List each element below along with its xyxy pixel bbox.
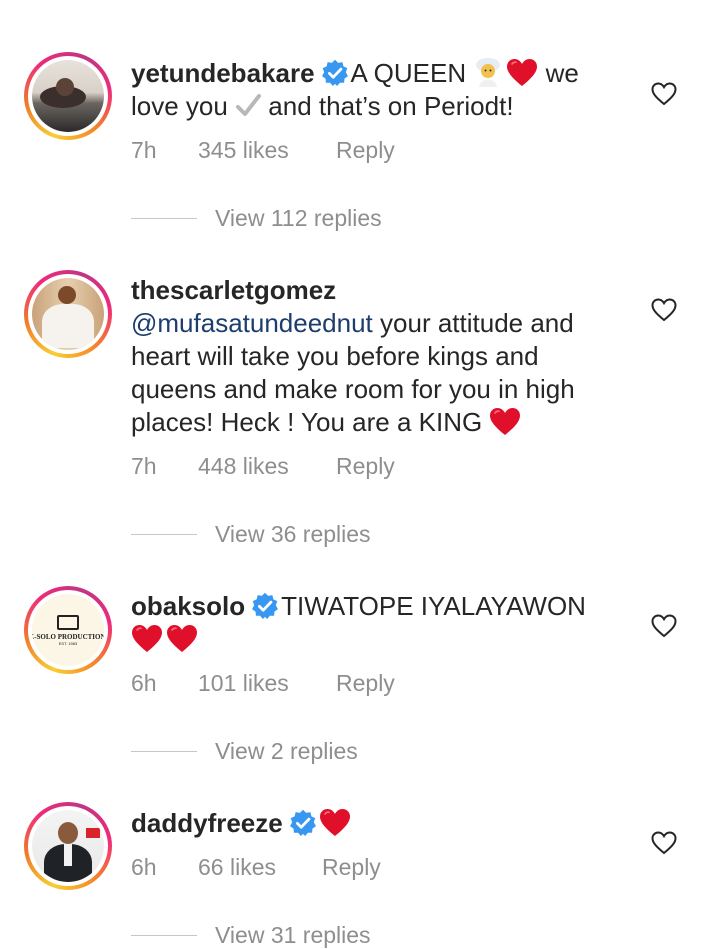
- avatar[interactable]: [24, 802, 112, 890]
- cassette-icon: [57, 614, 79, 630]
- avatar-brand-text: K-SOLO PRODUCTION.: [32, 632, 104, 641]
- red-heart-emoji: [506, 58, 538, 88]
- avatar[interactable]: K-SOLO PRODUCTION. EST. 1983: [24, 586, 112, 674]
- heart-outline-icon[interactable]: [651, 614, 677, 638]
- likes-count[interactable]: 101 likes: [198, 670, 336, 697]
- heart-outline-icon[interactable]: [651, 298, 677, 322]
- comment-text: yetundebakare A QUEEN we love you and tha…: [131, 57, 579, 121]
- heart-outline-icon[interactable]: [651, 831, 677, 855]
- avatar-brand-subtext: EST. 1983: [58, 640, 78, 646]
- reply-button[interactable]: Reply: [336, 137, 395, 164]
- view-replies-label[interactable]: View 112 replies: [215, 205, 382, 232]
- username[interactable]: obaksolo: [131, 591, 245, 621]
- verified-badge-icon: [289, 809, 317, 837]
- view-replies-label[interactable]: View 2 replies: [215, 738, 358, 765]
- reply-button[interactable]: Reply: [336, 670, 395, 697]
- verified-badge-icon: [321, 59, 349, 87]
- timestamp: 7h: [131, 137, 157, 163]
- reply-button[interactable]: Reply: [322, 854, 381, 881]
- comment-meta: 7h 448 likes Reply: [131, 453, 395, 480]
- mention-link[interactable]: @mufasatundeednut: [131, 308, 373, 338]
- replies-divider: [131, 751, 197, 752]
- view-replies-label[interactable]: View 31 replies: [215, 922, 371, 949]
- avatar-photo: [32, 278, 104, 350]
- username[interactable]: yetundebakare: [131, 58, 315, 88]
- username[interactable]: daddyfreeze: [131, 808, 283, 838]
- timestamp: 6h: [131, 670, 157, 696]
- timestamp: 7h: [131, 453, 157, 479]
- bride-emoji: [473, 57, 503, 87]
- red-heart-emoji: [166, 624, 198, 654]
- likes-count[interactable]: 345 likes: [198, 137, 336, 164]
- view-replies[interactable]: View 2 replies: [131, 738, 358, 765]
- view-replies-label[interactable]: View 36 replies: [215, 521, 371, 548]
- view-replies[interactable]: View 36 replies: [131, 521, 371, 548]
- timestamp: 6h: [131, 854, 157, 880]
- comment-meta: 7h 345 likes Reply: [131, 137, 395, 164]
- red-heart-emoji: [131, 624, 163, 654]
- comment-text: daddyfreeze: [131, 807, 621, 840]
- avatar[interactable]: [24, 270, 112, 358]
- avatar[interactable]: [24, 52, 112, 140]
- avatar-photo: [32, 810, 104, 882]
- reply-button[interactable]: Reply: [336, 453, 395, 480]
- comment-meta: 6h 66 likes Reply: [131, 854, 381, 881]
- view-replies[interactable]: View 31 replies: [131, 922, 371, 949]
- likes-count[interactable]: 66 likes: [198, 854, 322, 881]
- red-heart-emoji: [489, 407, 521, 437]
- verified-badge-icon: [251, 592, 279, 620]
- view-replies[interactable]: View 112 replies: [131, 205, 382, 232]
- avatar-photo: [32, 60, 104, 132]
- username[interactable]: thescarletgomez: [131, 275, 336, 305]
- avatar-photo: K-SOLO PRODUCTION. EST. 1983: [32, 594, 104, 666]
- comment-text: obaksolo TIWATOPE IYALAYAWON: [131, 590, 621, 656]
- check-mark-emoji: [235, 93, 262, 119]
- likes-count[interactable]: 448 likes: [198, 453, 336, 480]
- replies-divider: [131, 534, 197, 535]
- heart-outline-icon[interactable]: [651, 82, 677, 106]
- red-heart-emoji: [319, 808, 351, 838]
- comment-text: thescarletgomez @mufasatundeednut your a…: [131, 275, 575, 437]
- replies-divider: [131, 218, 197, 219]
- replies-divider: [131, 935, 197, 936]
- comment-meta: 6h 101 likes Reply: [131, 670, 395, 697]
